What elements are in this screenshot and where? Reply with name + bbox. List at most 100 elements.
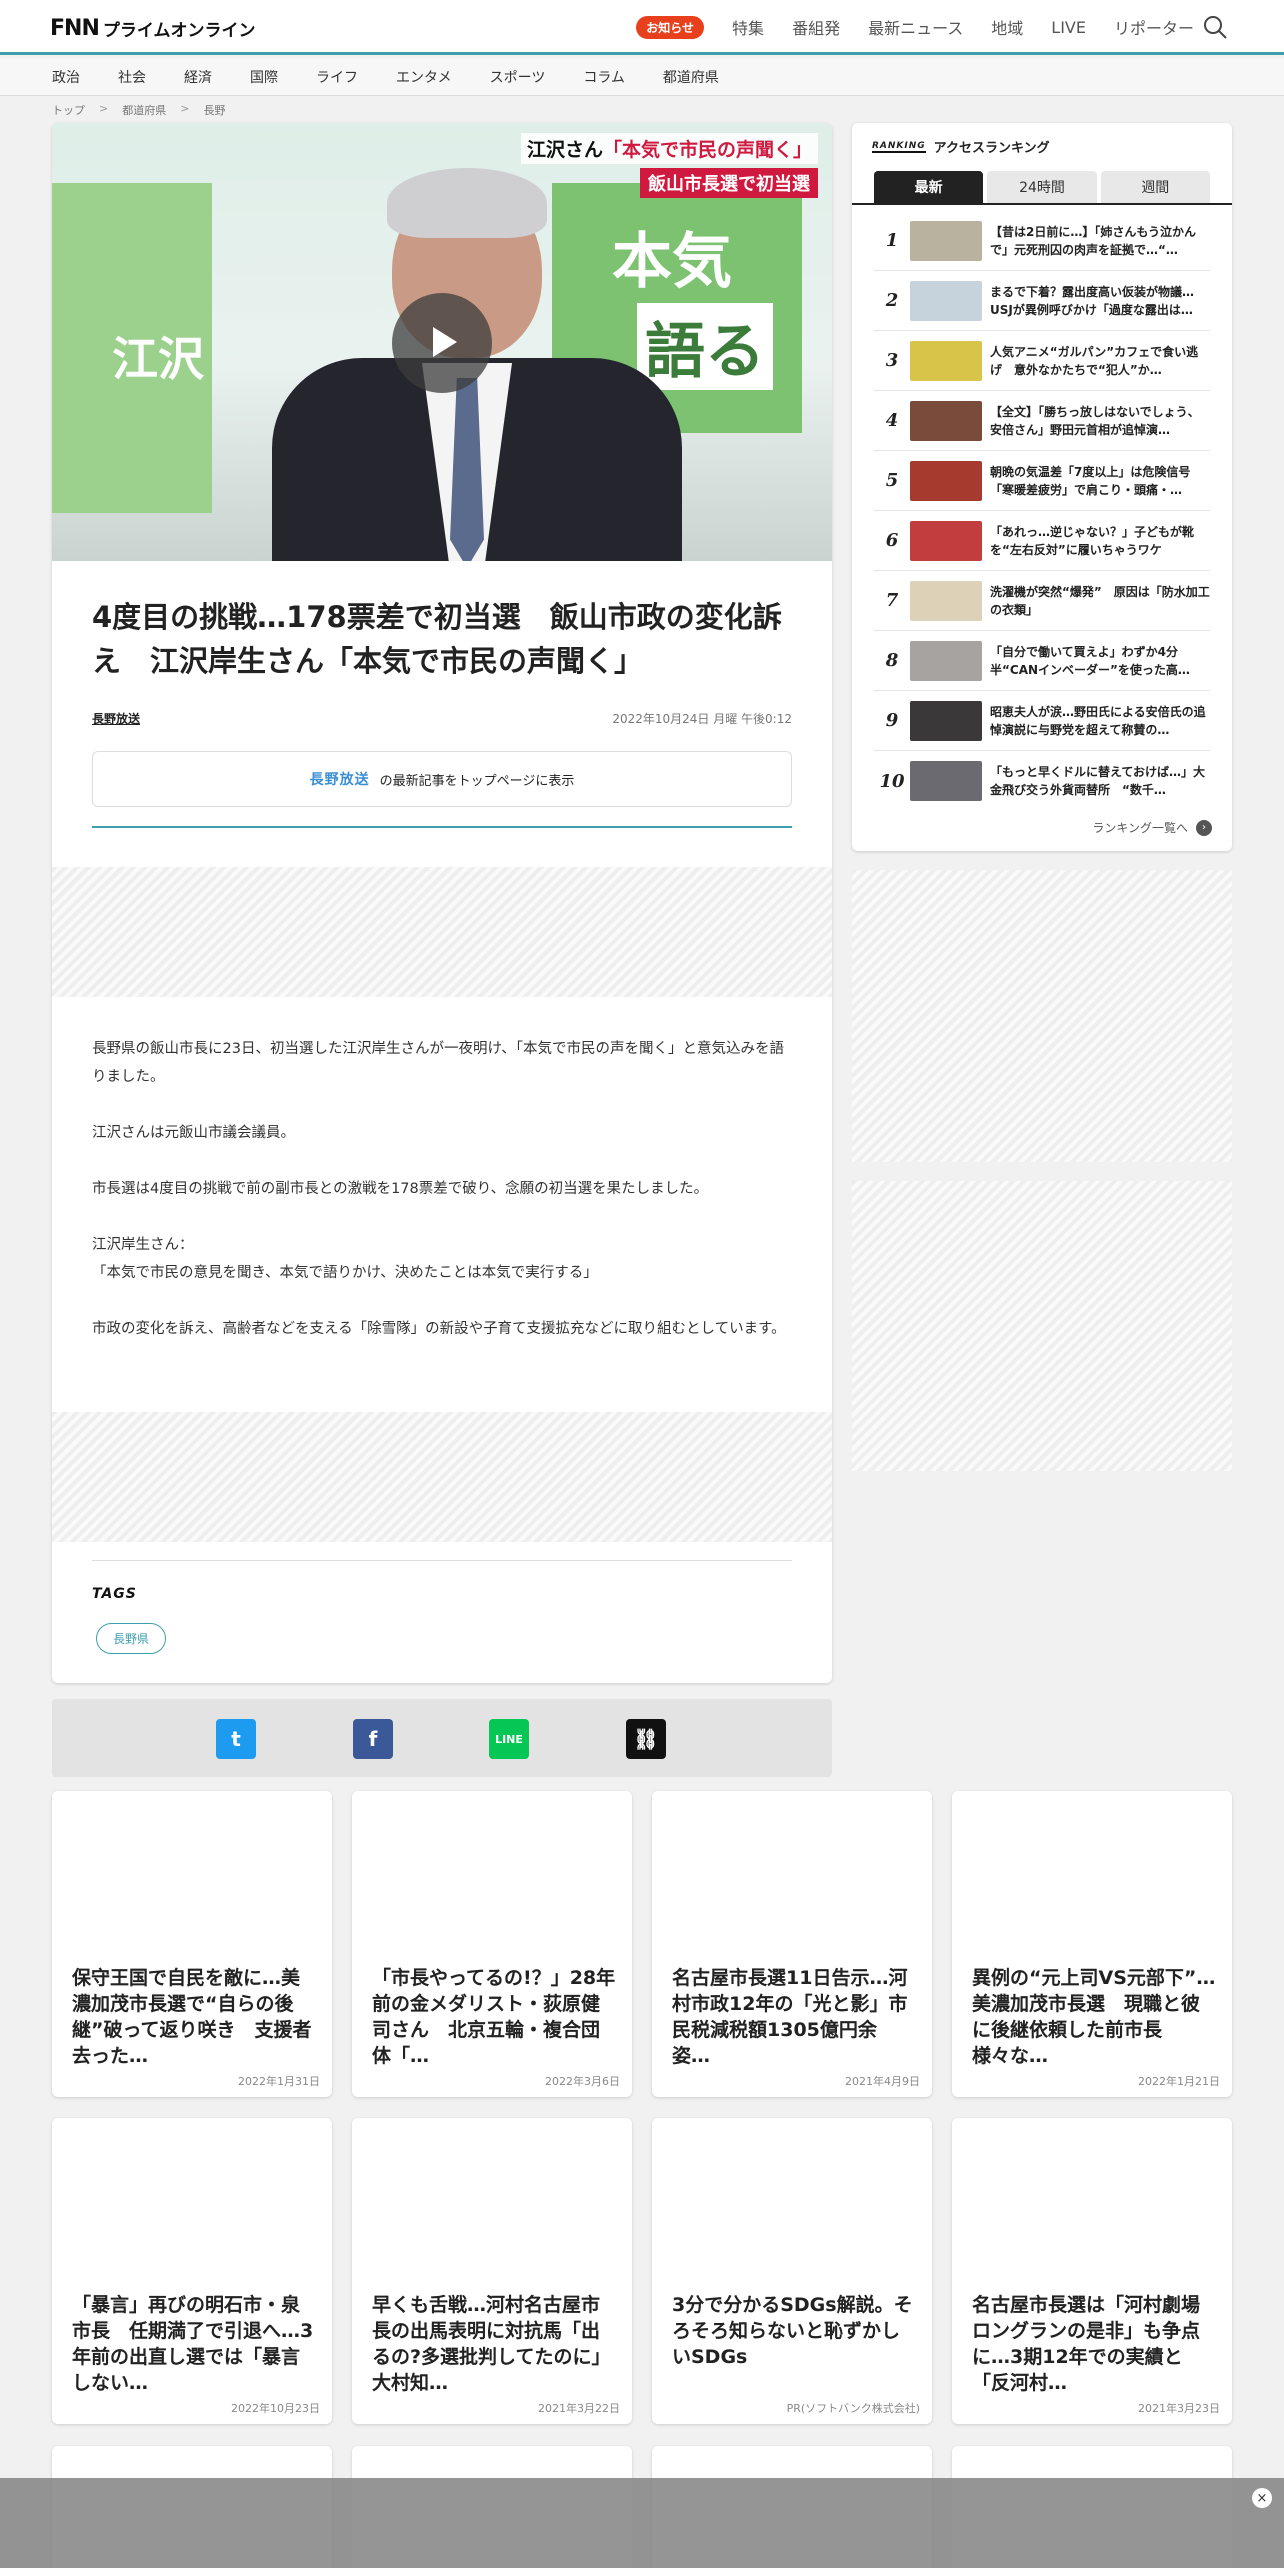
ranking-item[interactable]: 7 洗濯機が突然“爆発” 原因は「防水加工の衣類」 <box>874 571 1210 631</box>
ranking-item[interactable]: 9 昭恵夫人が涙…野田氏による安倍氏の追悼演説に与野党を超えて称賛の… <box>874 691 1210 751</box>
rank-number: 2 <box>885 290 899 311</box>
related-article-card[interactable]: 名古屋市長選は「河村劇場ロングランの是非」も争点に…3期12年での実績と「反河村… <box>952 2118 1232 2424</box>
nav-live[interactable]: LIVE <box>1051 18 1086 37</box>
sidebar-ad-slot <box>852 870 1232 1162</box>
ranking-item[interactable]: 4 【全文】「勝ちっ放しはないでしょう、安倍さん」野田元首相が追悼演… <box>874 391 1210 451</box>
caption-prefix: 江沢さん <box>526 139 603 161</box>
breadcrumb-nagano[interactable]: 長野 <box>203 102 225 118</box>
ranking-more-link[interactable]: ランキング一覧へ › <box>1092 819 1212 836</box>
tag-nagano[interactable]: 長野県 <box>96 1623 167 1654</box>
breadcrumb-top[interactable]: トップ <box>52 102 85 118</box>
ranking-title: 洗濯機が突然“爆発” 原因は「防水加工の衣類」 <box>990 584 1210 617</box>
close-icon[interactable]: × <box>1252 2488 1272 2508</box>
video-player[interactable]: 江沢 本気 語る 江沢さん「本気で市民の声聞く」 飯山市長選で初当選 <box>52 123 832 561</box>
related-date: 2022年1月21日 <box>1138 2075 1220 2088</box>
category-politics[interactable]: 政治 <box>52 67 80 87</box>
backdrop-text-left: 江沢 <box>112 332 204 386</box>
rank-number: 5 <box>885 470 899 491</box>
divider <box>92 826 792 828</box>
body-paragraph: 市政の変化を訴え、高齢者などを支える「除雪隊」の新設や子育て支援拡充などに取り組… <box>92 1321 786 1337</box>
twitter-share-icon[interactable]: t <box>216 1719 256 1759</box>
related-article-card[interactable]: 保守王国で自民を敵に…美濃加茂市長選で“自らの後継”破って返り咲き 支援者去った… <box>52 1791 332 2097</box>
body-paragraph: 江沢さんは元飯山市議会議員。 <box>92 1125 295 1141</box>
ranking-item[interactable]: 8 「自分で働いて買えよ」わずか4分半“CANインベーダー”を使った高… <box>874 631 1210 691</box>
body-paragraph: 江沢岸生さん： <box>92 1237 194 1253</box>
nav-latest-news[interactable]: 最新ニュース <box>868 15 963 39</box>
breadcrumb-separator: > <box>180 102 190 115</box>
rank-number: 1 <box>885 230 899 251</box>
ranking-thumbnail <box>910 520 982 561</box>
divider <box>92 1560 792 1561</box>
related-title: 早くも舌戦…河村名古屋市長の出馬表明に対抗馬「出るの?多選批判してたのに」大村知… <box>372 2294 611 2394</box>
sponsored-article-card[interactable]: 3分で分かるSDGs解説。そろそろ知らないと恥ずかしいSDGs PR(ソフトバン… <box>652 2118 932 2424</box>
related-title: 異例の“元上司VS元部下”…美濃加茂市長選 現職と彼に後継依頼した前市長 様々な… <box>972 1967 1216 2067</box>
body-paragraph: 長野県の飯山市長に23日、初当選した江沢岸生さんが一夜明け、「本気で市民の声を聞… <box>92 1041 784 1085</box>
nav-region[interactable]: 地域 <box>991 15 1023 39</box>
related-title: 名古屋市長選11日告示…河村市政12年の「光と影」市民税減税額1305億円余 姿… <box>672 1967 908 2067</box>
tab-24h[interactable]: 24時間 <box>987 171 1097 203</box>
tab-weekly[interactable]: 週間 <box>1100 171 1210 203</box>
ranking-header: RANKING アクセスランキング <box>872 137 1050 156</box>
category-entertainment[interactable]: エンタメ <box>396 67 452 87</box>
related-date: 2021年3月22日 <box>538 2402 620 2415</box>
ranking-item[interactable]: 2 まるで下着？露出度高い仮装が物議…USJが異例呼びかけ「過度な露出は… <box>874 271 1210 331</box>
nav-reporter[interactable]: リポーター <box>1114 15 1194 39</box>
ranking-title: 朝晩の気温差「7度以上」は危険信号「寒暖差疲労」で肩こり・頭痛・… <box>990 464 1191 497</box>
news-badge-button[interactable]: お知らせ <box>636 15 705 39</box>
ranking-title: 人気アニメ“ガルパン”カフェで食い逃げ 意外なかたちで“犯人”か… <box>990 344 1199 377</box>
rank-number: 3 <box>885 350 899 371</box>
body-paragraph: 市長選は4度目の挑戦で前の副市長との激戦を178票差で破り、念願の初当選を果たし… <box>92 1181 709 1197</box>
line-glyph: LINE <box>495 1732 523 1746</box>
ranking-thumbnail <box>910 761 982 801</box>
category-nav: 政治 社会 経済 国際 ライフ エンタメ スポーツ コラム 都道府県 <box>0 58 1284 96</box>
related-article-card[interactable]: 異例の“元上司VS元部下”…美濃加茂市長選 現職と彼に後継依頼した前市長 様々な… <box>952 1791 1232 2097</box>
ranking-item[interactable]: 10 「もっと早くドルに替えておけば…」大金飛び交う外貨両替所 “数千… <box>874 751 1210 811</box>
rank-number: 8 <box>885 650 899 671</box>
sidebar-ad-slot <box>852 1181 1232 1471</box>
copy-link-icon[interactable]: ⛓ <box>626 1719 666 1759</box>
related-article-card[interactable]: 名古屋市長選11日告示…河村市政12年の「光と影」市民税減税額1305億円余 姿… <box>652 1791 932 2097</box>
ranking-title: 「もっと早くドルに替えておけば…」大金飛び交う外貨両替所 “数千… <box>990 765 1206 797</box>
ranking-item[interactable]: 3 人気アニメ“ガルパン”カフェで食い逃げ 意外なかたちで“犯人”か… <box>874 331 1210 391</box>
category-sports[interactable]: スポーツ <box>490 67 546 87</box>
show-source-label: の最新記事をトップページに表示 <box>379 773 575 789</box>
ranking-item[interactable]: 1 【昔は2日前に…】「姉さんもう泣かんで」元死刑囚の肉声を証拠で…“… <box>874 211 1210 271</box>
nav-feature[interactable]: 特集 <box>732 15 764 39</box>
breadcrumb-prefectures[interactable]: 都道府県 <box>122 102 166 118</box>
article-source-link[interactable]: 長野放送 <box>92 710 140 727</box>
ranking-thumbnail <box>910 400 982 441</box>
category-column[interactable]: コラム <box>583 67 625 87</box>
ranking-item[interactable]: 5 朝晩の気温差「7度以上」は危険信号「寒暖差疲労」で肩こり・頭痛・… <box>874 451 1210 511</box>
breadcrumb: トップ > 都道府県 > 長野 <box>52 102 225 118</box>
site-logo[interactable]: FNN プライムオンライン <box>50 16 256 41</box>
ranking-thumbnail <box>910 220 982 261</box>
related-title: 名古屋市長選は「河村劇場ロングランの是非」も争点に…3期12年での実績と「反河村… <box>972 2294 1201 2394</box>
related-article-card[interactable]: 早くも舌戦…河村名古屋市長の出馬表明に対抗馬「出るの?多選批判してたのに」大村知… <box>352 2118 632 2424</box>
facebook-share-icon[interactable]: f <box>353 1719 393 1759</box>
line-share-icon[interactable]: LINE <box>489 1719 529 1759</box>
ranking-item[interactable]: 6 「あれっ…逆じゃない？」子どもが靴を“左右反対”に履いちゃうワケ <box>874 511 1210 571</box>
ranking-title: 【全文】「勝ちっ放しはないでしょう、安倍さん」野田元首相が追悼演… <box>990 404 1200 437</box>
backdrop-text-2: 語る <box>637 303 773 390</box>
related-article-card[interactable]: 「市長やってるの!？」28年前の金メダリスト・荻原健司さん 北京五輪・複合団体「… <box>352 1791 632 2097</box>
tab-latest[interactable]: 最新 <box>874 171 984 203</box>
related-article-card[interactable]: 「暴言」再びの明石市・泉市長 任期満了で引退へ…3年前の出直し選では「暴言しない… <box>52 2118 332 2424</box>
category-prefectures[interactable]: 都道府県 <box>663 67 719 87</box>
category-international[interactable]: 国際 <box>250 67 278 87</box>
play-icon[interactable] <box>392 293 492 393</box>
related-title: 「市長やってるの!？」28年前の金メダリスト・荻原健司さん 北京五輪・複合団体「… <box>372 1967 616 2067</box>
sponsor-label: PR(ソフトバンク株式会社) <box>786 2402 920 2415</box>
breadcrumb-separator: > <box>99 102 109 115</box>
category-economy[interactable]: 経済 <box>184 67 212 87</box>
ranking-thumbnail <box>910 460 982 501</box>
search-icon[interactable] <box>1202 14 1228 40</box>
nav-programs[interactable]: 番組発 <box>792 15 840 39</box>
category-life[interactable]: ライフ <box>316 67 358 87</box>
chevron-right-icon: › <box>1196 819 1212 836</box>
ranking-list: 1 【昔は2日前に…】「姉さんもう泣かんで」元死刑囚の肉声を証拠で…“… 2 まるで… <box>874 211 1210 811</box>
show-source-on-top-button[interactable]: 長野放送 の最新記事をトップページに表示 <box>92 751 792 807</box>
related-date: 2022年3月6日 <box>545 2075 620 2088</box>
article-headline: 4度目の挑戦…178票差で初当選 飯山市政の変化訴え 江沢岸生さん「本気で市民の… <box>92 600 782 678</box>
category-society[interactable]: 社会 <box>118 67 146 87</box>
tags-title: TAGS <box>92 1586 137 1602</box>
